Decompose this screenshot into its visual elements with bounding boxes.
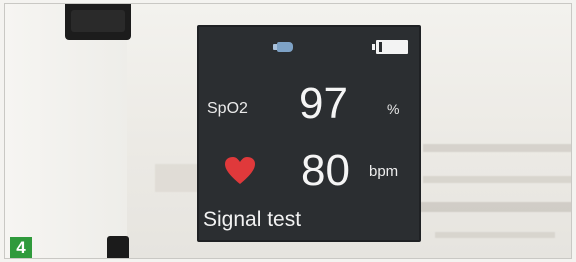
spo2-value: 97: [299, 79, 348, 128]
background-blur-3: [423, 176, 571, 183]
background-blur-4: [419, 202, 571, 212]
finger-probe-icon: [273, 42, 293, 52]
photo-frame: 4 SpO2 97 % 80 bpm Signal test: [4, 3, 572, 259]
heart-icon: [225, 157, 255, 184]
pulse-rate-unit: bpm: [369, 163, 399, 180]
device-clip-top: [65, 4, 131, 40]
pulse-rate-value: 80: [301, 146, 350, 195]
step-number-badge: 4: [10, 237, 32, 258]
device-side-panel: [5, 4, 127, 258]
battery-icon: [372, 40, 408, 54]
background-blur-2: [423, 144, 571, 152]
spo2-unit: %: [387, 101, 400, 117]
oximeter-display: SpO2 97 % 80 bpm Signal test: [197, 25, 421, 242]
background-blur-5: [435, 232, 555, 238]
background-blur-6: [155, 164, 200, 192]
status-message: Signal test: [203, 208, 302, 231]
spo2-label: SpO2: [207, 100, 248, 117]
device-clip-bottom: [107, 236, 129, 258]
